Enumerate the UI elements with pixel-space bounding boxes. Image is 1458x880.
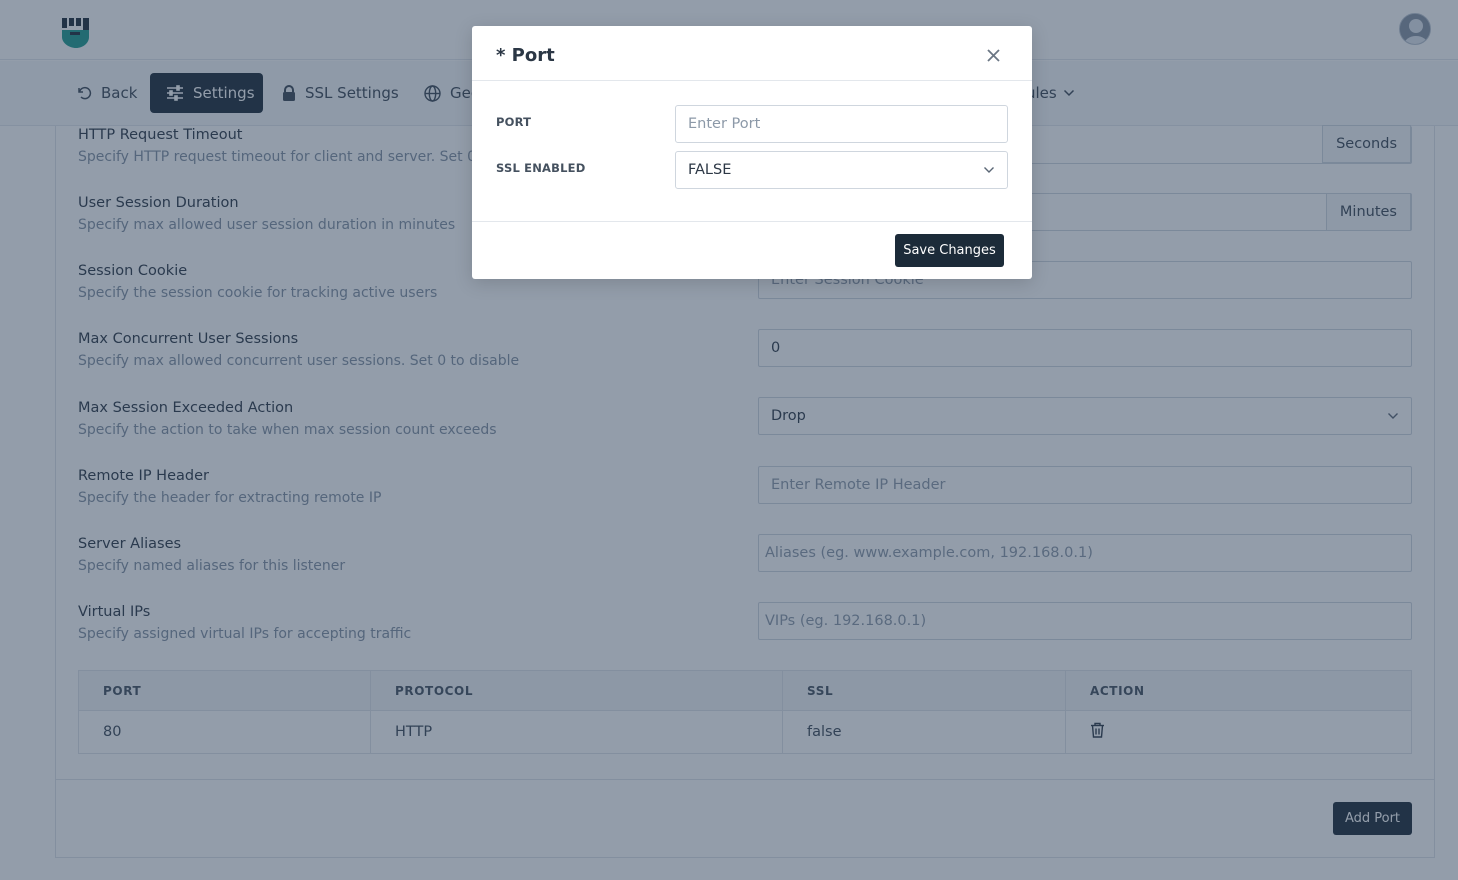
chevron-down-icon [984,167,994,173]
close-icon [986,48,1000,62]
ssl-enabled-select[interactable]: FALSE [675,151,1008,189]
ssl-enabled-label: SSL ENABLED [496,161,586,175]
save-changes-button[interactable]: Save Changes [895,234,1004,267]
port-modal: * Port PORT Enter Port SSL ENABLED FALSE… [472,26,1032,279]
modal-header: * Port [472,26,1032,81]
port-field-label: PORT [496,115,532,129]
close-button[interactable] [981,43,1005,67]
modal-title: * Port [496,45,555,66]
modal-footer-divider [472,221,1032,222]
ssl-enabled-value: FALSE [688,162,732,178]
port-input[interactable]: Enter Port [675,105,1008,143]
port-input-placeholder: Enter Port [688,116,761,132]
